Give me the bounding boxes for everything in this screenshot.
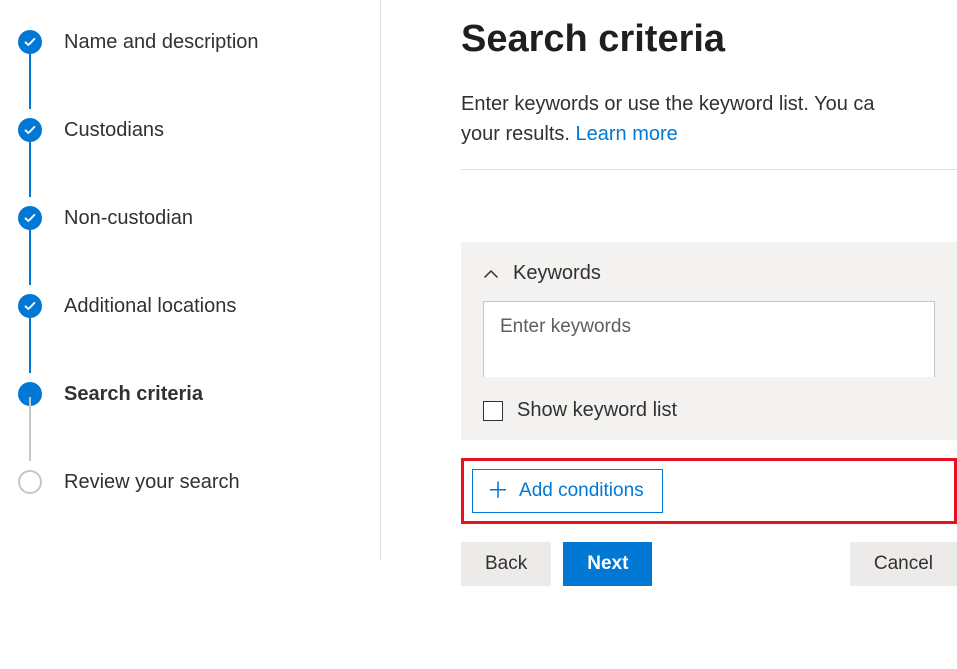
step-label: Name and description [64, 31, 259, 54]
wizard-step-non-custodian[interactable]: Non-custodian [18, 196, 380, 240]
keywords-input-container [483, 301, 935, 377]
wizard-step-custodians[interactable]: Custodians [18, 108, 380, 152]
show-keyword-list-option[interactable]: Show keyword list [483, 399, 935, 422]
wizard-step-name-description[interactable]: Name and description [18, 20, 380, 64]
step-connector [29, 133, 31, 197]
step-connector [29, 397, 31, 461]
keywords-panel-header[interactable]: Keywords [483, 262, 935, 285]
step-label: Search criteria [64, 383, 203, 406]
step-label: Custodians [64, 119, 164, 142]
description-line-1: Enter keywords or use the keyword list. … [461, 93, 875, 115]
keywords-panel-title: Keywords [513, 262, 601, 285]
next-button[interactable]: Next [563, 542, 652, 586]
add-conditions-highlight: ＋ Add conditions [461, 458, 957, 524]
step-connector [29, 221, 31, 285]
step-connector [29, 309, 31, 373]
wizard-footer: Back Next Cancel [461, 542, 957, 586]
learn-more-link[interactable]: Learn more [575, 123, 677, 145]
step-label: Review your search [64, 471, 240, 494]
upcoming-step-icon [18, 470, 42, 494]
section-divider [461, 169, 957, 170]
wizard-sidebar: Name and description Custodians Non-cust… [0, 0, 381, 560]
cancel-button[interactable]: Cancel [850, 542, 957, 586]
wizard-step-review[interactable]: Review your search [18, 460, 380, 504]
step-label: Non-custodian [64, 207, 193, 230]
page-description: Enter keywords or use the keyword list. … [461, 89, 957, 149]
plus-icon: ＋ [487, 480, 509, 502]
chevron-up-icon [483, 266, 499, 282]
main-content: Search criteria Enter keywords or use th… [381, 0, 957, 669]
wizard-step-additional-locations[interactable]: Additional locations [18, 284, 380, 328]
keywords-panel: Keywords Show keyword list [461, 242, 957, 440]
back-button[interactable]: Back [461, 542, 551, 586]
step-connector [29, 45, 31, 109]
page-title: Search criteria [461, 18, 957, 61]
wizard-step-search-criteria[interactable]: Search criteria [18, 372, 380, 416]
show-keyword-list-label: Show keyword list [517, 399, 677, 422]
description-line-2: your results. [461, 123, 575, 145]
keywords-input[interactable] [484, 302, 934, 374]
checkbox-icon[interactable] [483, 401, 503, 421]
add-conditions-label: Add conditions [519, 480, 644, 502]
step-label: Additional locations [64, 295, 236, 318]
add-conditions-button[interactable]: ＋ Add conditions [472, 469, 663, 513]
